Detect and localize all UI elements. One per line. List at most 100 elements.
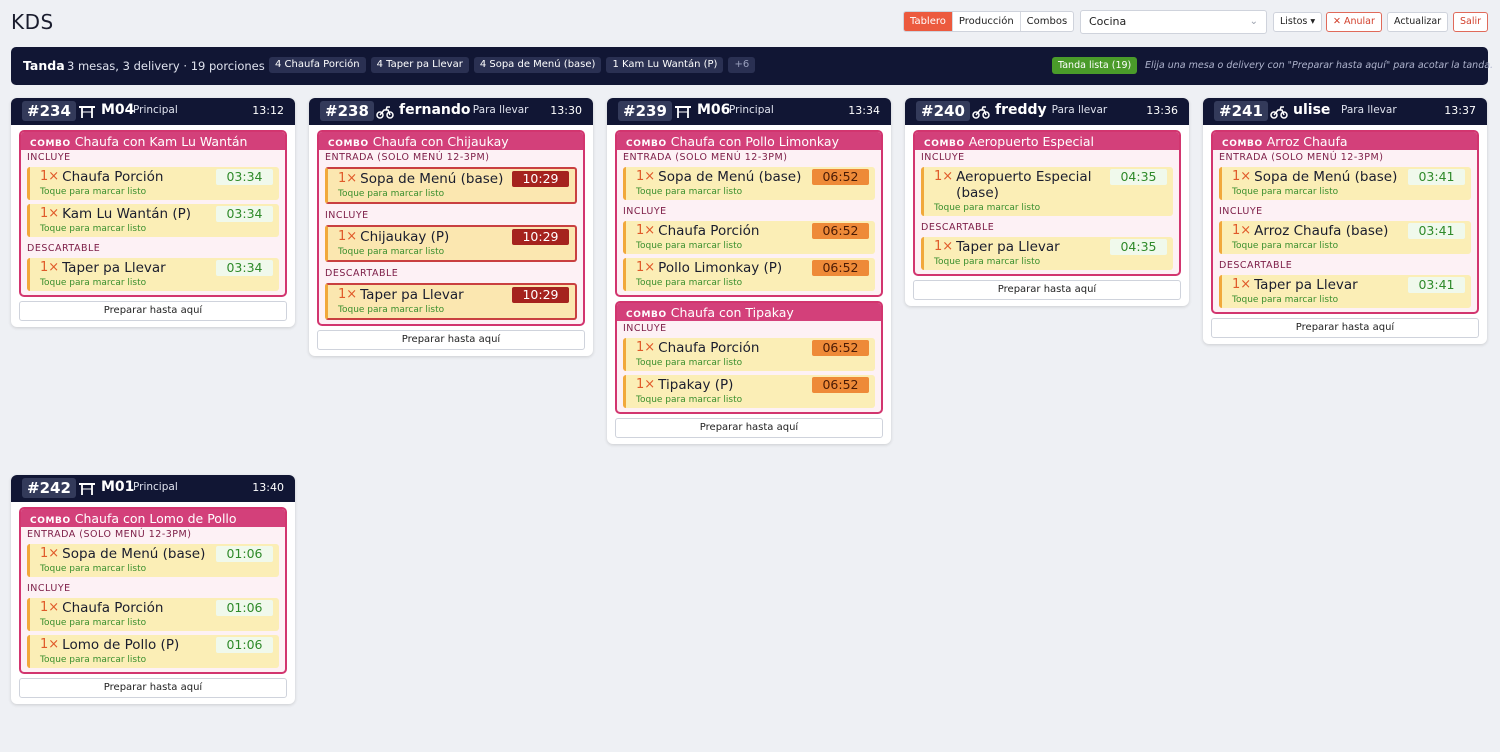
item-timer: 06:52 — [812, 223, 869, 239]
order-item[interactable]: 1× Chaufa Porción 06:52 Toque para marcar l… — [623, 338, 875, 371]
order-item[interactable]: 1× Aeropuerto Especial (base) 04:35 Toque p… — [921, 167, 1173, 216]
tanda-chip: 4 Taper pa Llevar — [370, 57, 469, 73]
order-item[interactable]: 1× Chaufa Porción 06:52 Toque para marcar l… — [623, 221, 875, 254]
item-timer: 01:06 — [216, 546, 273, 562]
prepare-until-here-button[interactable]: Preparar hasta aquí — [19, 678, 287, 698]
section-title: ENTRADA (SOLO MENÚ 12-3PM) — [1219, 152, 1384, 163]
item-line: 1× Chaufa Porción 06:52 — [636, 223, 869, 239]
salir-button[interactable]: Salir — [1453, 12, 1489, 32]
table-name: M06 — [697, 102, 731, 118]
item-timer: 04:35 — [1110, 169, 1167, 185]
actualizar-button[interactable]: Actualizar — [1387, 12, 1449, 32]
item-name: Sopa de Menú (base) — [360, 171, 504, 187]
tap-hint: Toque para marcar listo — [1232, 187, 1339, 197]
table-name: M01 — [101, 479, 135, 495]
combo-block: COMBO Chaufa con Kam Lu Wantán INCLUYE 1× Ch… — [19, 130, 287, 297]
item-name: Kam Lu Wantán (P) — [62, 206, 192, 222]
service-area: Principal — [729, 104, 774, 116]
item-qty: 1× — [636, 340, 656, 355]
combo-name: Arroz Chaufa — [1266, 134, 1348, 149]
item-timer: 03:41 — [1408, 169, 1465, 185]
prepare-until-here-button[interactable]: Preparar hasta aquí — [317, 330, 585, 350]
tap-hint: Toque para marcar listo — [338, 189, 445, 199]
combo-tag: COMBO — [30, 139, 71, 149]
item-timer: 03:41 — [1408, 223, 1465, 239]
item-line: 1× Pollo Limonkay (P) 06:52 — [636, 260, 869, 276]
tap-hint: Toque para marcar listo — [338, 247, 445, 257]
tab-combos[interactable]: Combos — [1021, 12, 1074, 31]
order-item[interactable]: 1× Lomo de Pollo (P) 01:06 Toque para marca… — [27, 635, 279, 668]
item-name: Sopa de Menú (base) — [658, 169, 802, 185]
order-item[interactable]: 1× Sopa de Menú (base) 06:52 Toque para mar… — [623, 167, 875, 200]
order-item[interactable]: 1× Sopa de Menú (base) 10:29 Toque para mar… — [325, 167, 577, 204]
item-line: 1× Taper pa Llevar 04:35 — [934, 239, 1167, 255]
station-select[interactable]: Cocina ⌄ — [1080, 10, 1267, 34]
table-icon — [78, 104, 96, 118]
listos-button[interactable]: Listos ▾ — [1273, 12, 1323, 32]
order-item[interactable]: 1× Kam Lu Wantán (P) 03:34 Toque para marca… — [27, 204, 279, 237]
tap-hint: Toque para marcar listo — [636, 358, 743, 368]
combo-block: COMBO Chaufa con Pollo Limonkay ENTRADA (S… — [615, 130, 883, 297]
order-time: 13:40 — [252, 481, 284, 494]
order-item[interactable]: 1× Taper pa Llevar 03:41 Toque para marcar … — [1219, 275, 1471, 308]
tap-hint: Toque para marcar listo — [1232, 241, 1339, 251]
order-card: #238 fernando Para llevar 13:30 COMBO Chaufa … — [309, 98, 593, 356]
tap-hint: Toque para marcar listo — [636, 241, 743, 251]
order-item[interactable]: 1× Sopa de Menú (base) 01:06 Toque para mar… — [27, 544, 279, 577]
item-qty: 1× — [40, 260, 60, 275]
item-name: Chaufa Porción — [658, 340, 760, 356]
section-title: INCLUYE — [27, 583, 71, 594]
service-area: Principal — [133, 104, 178, 116]
order-card: #241 ulise Para llevar 13:37 COMBO Arroz Chau… — [1203, 98, 1487, 344]
order-item[interactable]: 1× Taper pa Llevar 04:35 Toque para marcar … — [921, 237, 1173, 270]
prepare-until-here-button[interactable]: Preparar hasta aquí — [913, 280, 1181, 300]
order-item[interactable]: 1× Pollo Limonkay (P) 06:52 Toque para marc… — [623, 258, 875, 291]
order-number: #241 — [1214, 101, 1268, 121]
section-title: DESCARTABLE — [325, 268, 399, 279]
tap-hint: Toque para marcar listo — [1232, 295, 1339, 305]
tab-tablero[interactable]: Tablero — [904, 12, 953, 31]
service-area: Para llevar — [1341, 104, 1397, 116]
item-name: Taper pa Llevar — [360, 287, 464, 303]
item-name: Chaufa Porción — [62, 600, 164, 616]
tanda-chip-more[interactable]: +6 — [728, 57, 756, 73]
order-item[interactable]: 1× Taper pa Llevar 03:34 Toque para marcar … — [27, 258, 279, 291]
prepare-until-here-button[interactable]: Preparar hasta aquí — [1211, 318, 1479, 338]
anular-button[interactable]: ✕ Anular — [1326, 12, 1382, 32]
section-title: INCLUYE — [27, 152, 71, 163]
item-name: Taper pa Llevar — [1254, 277, 1358, 293]
item-qty: 1× — [338, 171, 358, 186]
tap-hint: Toque para marcar listo — [636, 187, 743, 197]
combo-name: Chaufa con Chijaukay — [372, 134, 509, 149]
order-card-body: COMBO Chaufa con Kam Lu Wantán INCLUYE 1× Ch… — [11, 125, 295, 327]
order-item[interactable]: 1× Chaufa Porción 03:34 Toque para marcar l… — [27, 167, 279, 200]
item-name: Sopa de Menú (base) — [62, 546, 206, 562]
combo-tag: COMBO — [626, 310, 667, 320]
prepare-until-here-button[interactable]: Preparar hasta aquí — [19, 301, 287, 321]
tab-produccion[interactable]: Producción — [953, 12, 1021, 31]
order-number: #242 — [22, 478, 76, 498]
item-name: Taper pa Llevar — [62, 260, 166, 276]
combo-name: Chaufa con Pollo Limonkay — [670, 134, 839, 149]
tap-hint: Toque para marcar listo — [40, 224, 147, 234]
order-item[interactable]: 1× Sopa de Menú (base) 03:41 Toque para mar… — [1219, 167, 1471, 200]
prepare-until-here-button[interactable]: Preparar hasta aquí — [615, 418, 883, 438]
order-item[interactable]: 1× Chaufa Porción 01:06 Toque para marcar l… — [27, 598, 279, 631]
item-qty: 1× — [636, 377, 656, 392]
order-item[interactable]: 1× Taper pa Llevar 10:29 Toque para marcar … — [325, 283, 577, 320]
item-qty: 1× — [40, 169, 60, 184]
tap-hint: Toque para marcar listo — [40, 618, 147, 628]
station-select-value: Cocina — [1089, 15, 1127, 28]
tanda-ready-button[interactable]: Tanda lista (19) — [1052, 57, 1138, 74]
order-item[interactable]: 1× Tipakay (P) 06:52 Toque para marcar list… — [623, 375, 875, 408]
section-title: INCLUYE — [921, 152, 965, 163]
item-name: Chaufa Porción — [62, 169, 164, 185]
section-title: DESCARTABLE — [27, 243, 101, 254]
order-item[interactable]: 1× Chijaukay (P) 10:29 Toque para marcar li… — [325, 225, 577, 262]
combo-header: COMBO Arroz Chaufa — [1213, 132, 1477, 150]
combo-name: Chaufa con Kam Lu Wantán — [74, 134, 248, 149]
order-card-header: #242 M01 Principal 13:40 — [11, 475, 295, 502]
item-timer: 01:06 — [216, 600, 273, 616]
section-title: INCLUYE — [1219, 206, 1263, 217]
order-item[interactable]: 1× Arroz Chaufa (base) 03:41 Toque para mar… — [1219, 221, 1471, 254]
